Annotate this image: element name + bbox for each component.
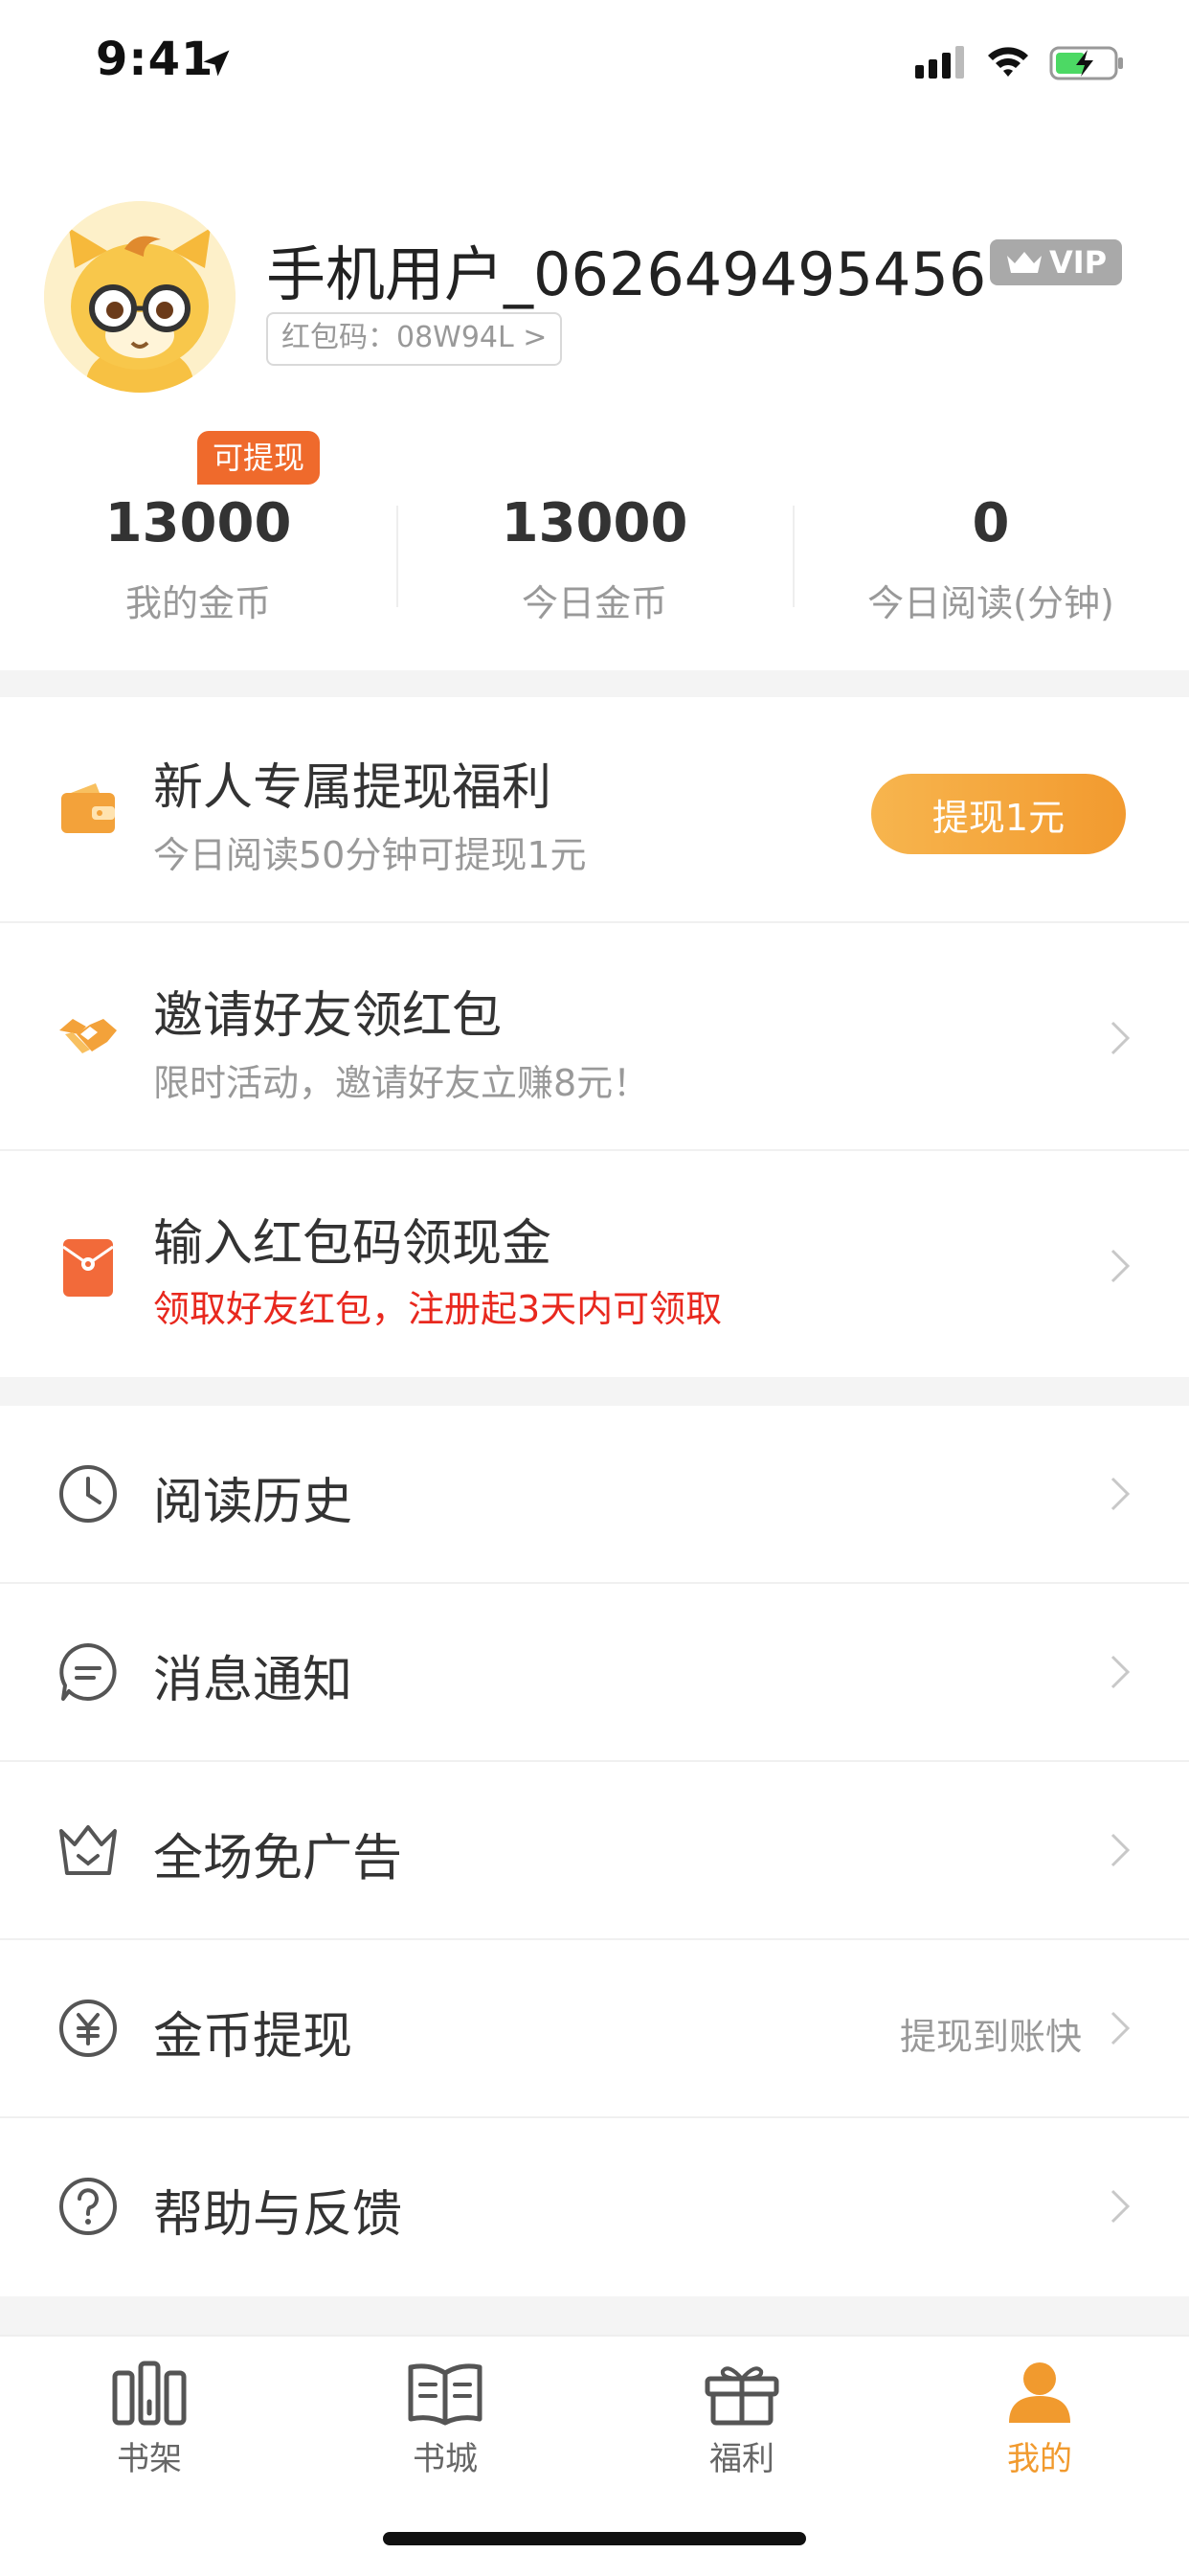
tab-label: 书架 [117, 2440, 182, 2478]
menu-label: 金币提现 [153, 2008, 353, 2066]
menu-messages[interactable]: 消息通知 [0, 1584, 1189, 1762]
tab-label: 书城 [413, 2440, 478, 2478]
menu-no-ads[interactable]: 全场免广告 [0, 1762, 1189, 1940]
chevron-right-icon [1110, 1655, 1131, 1689]
menu-label: 帮助与反馈 [153, 2186, 403, 2244]
message-bubble-icon [59, 1643, 117, 1701]
chevron-right-icon [1110, 1249, 1131, 1283]
withdrawable-tag: 可提现 [197, 431, 321, 485]
crown-outline-icon [59, 1825, 117, 1875]
menu-label: 消息通知 [153, 1652, 353, 1709]
wallet-icon [61, 783, 115, 833]
cat-avatar-icon [44, 201, 236, 393]
withdraw-1-yuan-button[interactable]: 提现1元 [871, 774, 1126, 854]
section-divider [0, 1377, 1189, 1406]
stat-my-coins[interactable]: 13000 我的金币 [0, 479, 396, 632]
battery-charging-icon [1049, 46, 1123, 80]
status-bar: 9:41 [0, 0, 1189, 126]
stats-panel: 13000 我的金币 13000 今日金币 0 今日阅读(分钟) [0, 479, 1189, 632]
status-time: 9:41 [96, 33, 214, 86]
question-circle-icon [59, 2178, 117, 2235]
tab-label: 我的 [1007, 2440, 1072, 2478]
username: 手机用户_062649495456 [266, 239, 987, 309]
chevron-right-icon [1110, 1021, 1131, 1055]
avatar[interactable] [44, 201, 236, 393]
row-subtitle: 限时活动，邀请好友立赚8元！ [153, 1062, 650, 1104]
gift-icon [705, 2366, 779, 2426]
row-title: 输入红包码领现金 [153, 1215, 552, 1273]
section-divider [0, 670, 1189, 697]
invite-friends-row[interactable]: 邀请好友领红包 限时活动，邀请好友立赚8元！ [0, 923, 1189, 1151]
location-arrow-icon [203, 50, 230, 77]
tab-book-store[interactable]: 书城 [369, 2360, 522, 2479]
menu-coin-withdraw[interactable]: 金币提现 提现到账快 [0, 1940, 1189, 2118]
stat-label: 今日金币 [521, 582, 667, 624]
book-store-icon [408, 2363, 482, 2426]
cellular-signal-icon [915, 46, 964, 79]
redeem-code-row[interactable]: 输入红包码领现金 领取好友红包，注册起3天内可领取 [0, 1151, 1189, 1377]
row-title: 邀请好友领红包 [153, 987, 503, 1045]
clock-icon [59, 1465, 117, 1523]
home-indicator [383, 2532, 806, 2545]
chevron-right-icon [1110, 1833, 1131, 1867]
section-divider [0, 2296, 1189, 2335]
vip-badge[interactable]: VIP [990, 239, 1122, 285]
row-subtitle: 今日阅读50分钟可提现1元 [153, 834, 587, 876]
menu-label: 全场免广告 [153, 1830, 403, 1887]
user-icon [1009, 2362, 1070, 2423]
stat-label: 我的金币 [124, 582, 271, 624]
red-packet-code-button[interactable]: 红包码：08W94L > [266, 312, 563, 366]
crown-icon [1006, 252, 1042, 273]
menu-help-feedback[interactable]: 帮助与反馈 [0, 2118, 1189, 2296]
stat-today-coins[interactable]: 13000 今日金币 [396, 479, 793, 632]
red-packet-icon [62, 1239, 114, 1297]
yuan-coin-icon [59, 2000, 117, 2057]
chevron-right-icon [1110, 1477, 1131, 1511]
newbie-withdraw-row[interactable]: 新人专属提现福利 今日阅读50分钟可提现1元 提现1元 [0, 697, 1189, 923]
stat-today-reading[interactable]: 0 今日阅读(分钟) [793, 479, 1189, 632]
tab-label: 福利 [709, 2440, 774, 2478]
menu-extra-text: 提现到账快 [899, 2016, 1082, 2058]
tab-mine[interactable]: 我的 [963, 2360, 1116, 2479]
bookshelf-icon [112, 2361, 187, 2426]
tab-welfare[interactable]: 福利 [665, 2360, 819, 2479]
menu-label: 阅读历史 [153, 1474, 353, 1531]
vip-label: VIP [1048, 244, 1108, 281]
chevron-right-icon [1110, 2189, 1131, 2224]
stat-value: 13000 [104, 492, 292, 554]
row-subtitle: 领取好友红包，注册起3天内可领取 [153, 1288, 723, 1330]
stat-value: 13000 [501, 492, 688, 554]
tab-bookshelf[interactable]: 书架 [73, 2360, 226, 2479]
stat-value: 0 [972, 492, 1010, 554]
chevron-right-icon [1110, 2011, 1131, 2045]
handshake-icon [59, 1019, 117, 1053]
wifi-icon [988, 47, 1028, 77]
menu-reading-history[interactable]: 阅读历史 [0, 1406, 1189, 1584]
stat-label: 今日阅读(分钟) [867, 582, 1114, 624]
row-title: 新人专属提现福利 [153, 759, 552, 817]
